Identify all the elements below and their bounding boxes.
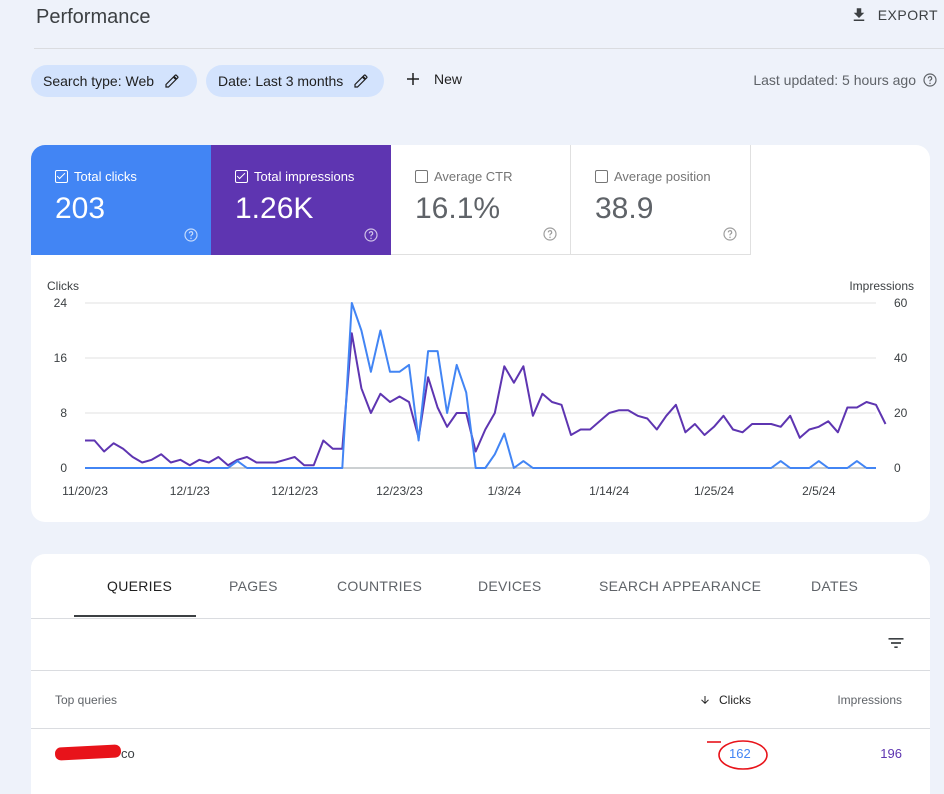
table-header: Top queries Clicks Impressions <box>31 671 930 729</box>
page-title: Performance <box>36 6 151 28</box>
left-tick-label: 8 <box>60 406 67 420</box>
tab-pages[interactable]: PAGES <box>229 578 278 594</box>
column-impressions[interactable]: Impressions <box>837 693 902 707</box>
date-label: Date: Last 3 months <box>218 73 344 89</box>
export-button[interactable]: EXPORT <box>850 6 938 24</box>
search-type-label: Search type: Web <box>43 73 155 89</box>
performance-card: Total clicks 203 Total impressions 1.26K… <box>31 145 930 522</box>
x-tick-label: 1/3/24 <box>488 484 522 498</box>
metric-label: Average position <box>614 169 711 184</box>
checkbox-icon[interactable] <box>595 170 608 183</box>
right-tick-label: 0 <box>894 461 901 475</box>
edit-icon <box>354 74 368 88</box>
right-tick-label: 40 <box>894 351 908 365</box>
new-label: New <box>434 71 463 87</box>
help-icon[interactable] <box>542 226 558 242</box>
help-icon[interactable] <box>922 72 938 88</box>
dimension-tabs: QUERIES PAGES COUNTRIES DEVICES SEARCH A… <box>31 554 930 619</box>
column-top-queries: Top queries <box>55 693 118 707</box>
table-filter-row <box>31 619 930 671</box>
metric-value: 38.9 <box>595 192 654 225</box>
checkbox-icon[interactable] <box>235 170 248 183</box>
series-line-impressions <box>85 332 887 467</box>
last-updated-text: Last updated: 5 hours ago <box>753 72 916 88</box>
x-tick-label: 12/23/23 <box>376 484 423 498</box>
metric-average-position[interactable]: Average position 38.9 <box>571 145 751 255</box>
left-tick-label: 24 <box>54 296 68 310</box>
x-tick-label: 1/25/24 <box>694 484 734 498</box>
checkbox-icon[interactable] <box>415 170 428 183</box>
left-tick-label: 16 <box>54 351 68 365</box>
header-divider <box>34 48 944 49</box>
metric-average-ctr[interactable]: Average CTR 16.1% <box>391 145 571 255</box>
active-tab-indicator <box>74 615 196 617</box>
search-type-chip[interactable]: Search type: Web <box>31 65 197 97</box>
clicks-value: 162 <box>729 746 751 761</box>
metric-label: Total impressions <box>254 169 355 184</box>
x-tick-label: 2/5/24 <box>802 484 836 498</box>
right-tick-label: 20 <box>894 406 908 420</box>
metric-label: Average CTR <box>434 169 513 184</box>
x-tick-label: 1/14/24 <box>589 484 629 498</box>
left-axis-title: Clicks <box>47 279 79 293</box>
metric-value: 16.1% <box>415 192 501 225</box>
help-icon[interactable] <box>722 226 738 242</box>
tab-dates[interactable]: DATES <box>811 578 858 594</box>
right-tick-label: 60 <box>894 296 908 310</box>
impressions-value: 196 <box>880 746 902 761</box>
metric-value: 203 <box>55 192 106 225</box>
performance-chart: Clicks Impressions 24 60 16 40 8 20 0 0 11/20/23 12… <box>31 255 930 522</box>
tab-queries[interactable]: QUERIES <box>107 578 172 594</box>
right-axis-title: Impressions <box>849 279 914 293</box>
query-text: co <box>121 746 135 761</box>
export-label: EXPORT <box>877 7 938 23</box>
x-tick-label: 12/1/23 <box>170 484 210 498</box>
metric-total-clicks[interactable]: Total clicks 203 <box>31 145 211 255</box>
line-chart: Clicks Impressions 24 60 16 40 8 20 0 0 11/20/23 12… <box>47 279 914 498</box>
tab-countries[interactable]: COUNTRIES <box>337 578 422 594</box>
series-line-clicks <box>85 302 876 469</box>
metric-total-impressions[interactable]: Total impressions 1.26K <box>211 145 391 255</box>
metric-value: 1.26K <box>235 192 314 225</box>
new-filter-button[interactable]: New <box>404 70 462 88</box>
checkbox-icon[interactable] <box>55 170 68 183</box>
queries-table-card: QUERIES PAGES COUNTRIES DEVICES SEARCH A… <box>31 554 930 794</box>
last-updated: Last updated: 5 hours ago <box>753 72 938 88</box>
column-clicks[interactable]: Clicks <box>699 693 751 707</box>
redaction-mark <box>54 744 122 761</box>
date-chip[interactable]: Date: Last 3 months <box>206 65 384 97</box>
tab-devices[interactable]: DEVICES <box>478 578 542 594</box>
table-row[interactable]: co 162 196 <box>31 729 930 779</box>
tab-search-appearance[interactable]: SEARCH APPEARANCE <box>599 578 761 594</box>
help-icon[interactable] <box>363 227 379 243</box>
left-tick-label: 0 <box>60 461 67 475</box>
metric-label: Total clicks <box>74 169 137 184</box>
download-icon <box>853 8 864 21</box>
edit-icon <box>165 74 179 88</box>
column-clicks-label: Clicks <box>719 693 751 707</box>
help-icon[interactable] <box>183 227 199 243</box>
plus-icon <box>407 73 419 85</box>
x-tick-label: 11/20/23 <box>62 484 108 498</box>
arrow-down-icon <box>701 696 709 704</box>
x-tick-label: 12/12/23 <box>271 484 318 498</box>
filter-icon[interactable] <box>886 633 906 653</box>
